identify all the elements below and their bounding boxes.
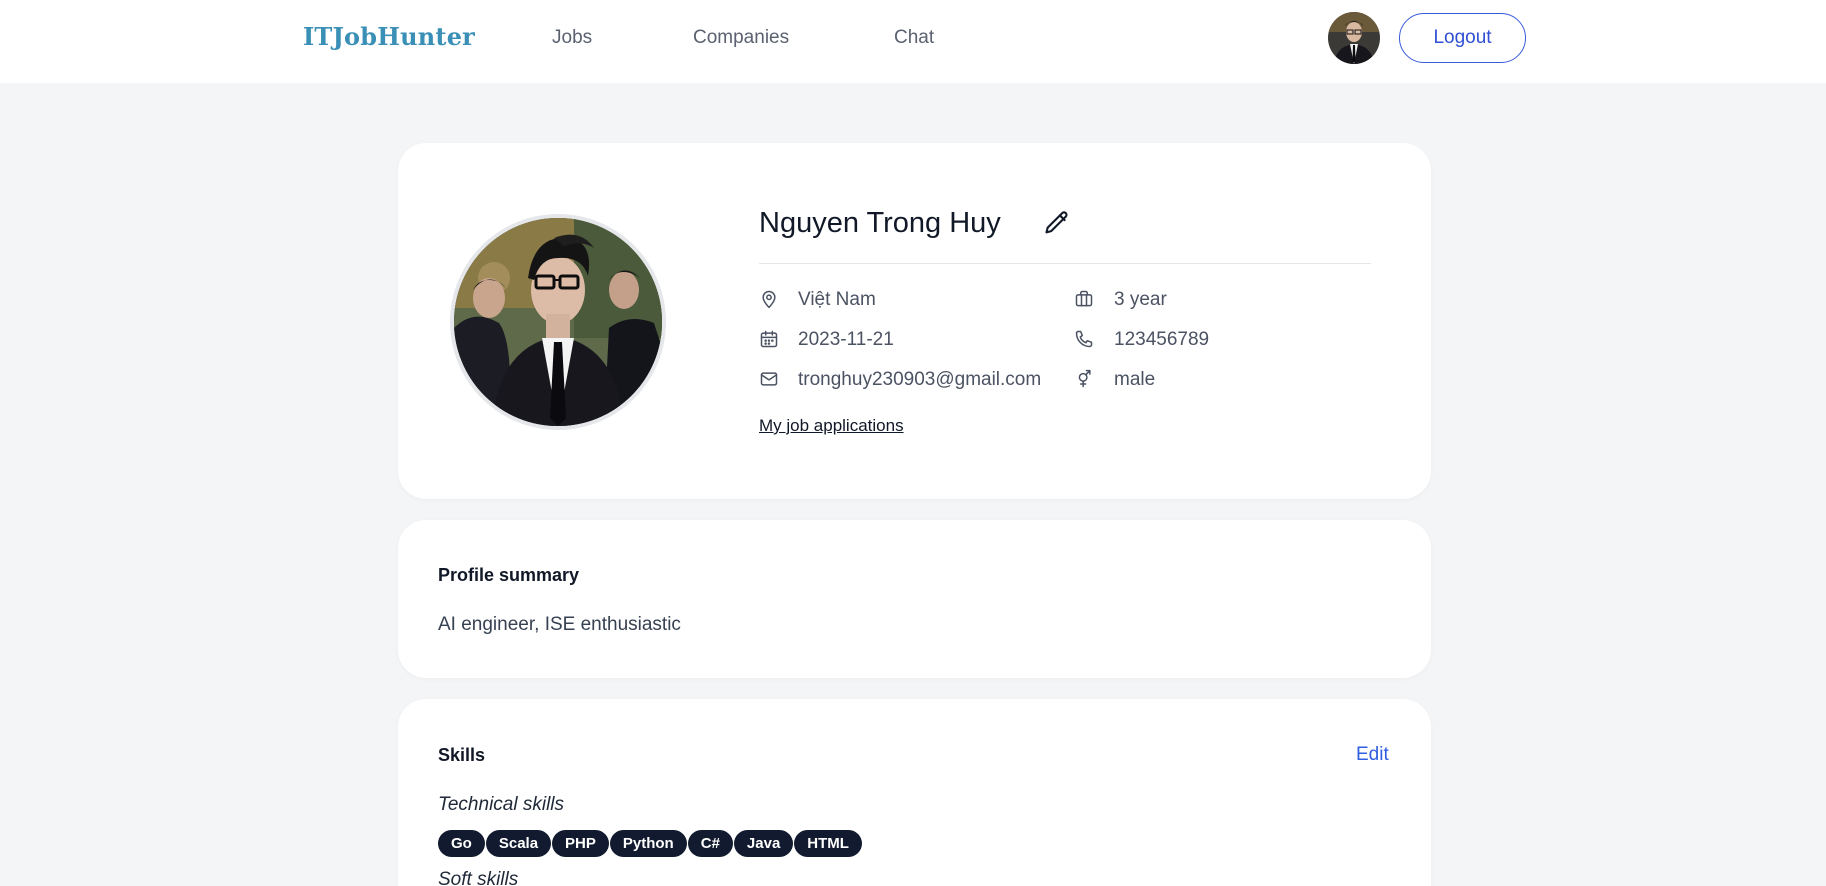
technical-skills-label: Technical skills — [438, 794, 565, 815]
profile-summary-title: Profile summary — [438, 565, 580, 585]
calendar-icon — [759, 329, 779, 349]
location-pin-icon — [759, 289, 779, 309]
skill-tag: PHP — [552, 830, 609, 857]
birthdate-text: 2023-11-21 — [798, 329, 894, 350]
technical-skills-tags: Go Scala PHP Python C# Java HTML — [438, 830, 862, 857]
skill-tag: Scala — [485, 830, 552, 857]
nav-link-companies[interactable]: Companies — [693, 27, 789, 49]
phone-text: 123456789 — [1114, 329, 1210, 350]
top-navbar: ITJobHunter Jobs Companies Chat Logout — [0, 0, 1826, 83]
skill-tag: Go — [438, 830, 485, 857]
location-text: Việt Nam — [798, 289, 876, 310]
skill-tag: C# — [687, 830, 733, 857]
my-job-applications-link[interactable]: My job applications — [759, 416, 904, 436]
email-text: tronghuy230903@gmail.com — [798, 369, 1042, 390]
skills-edit-button[interactable]: Edit — [1356, 744, 1389, 766]
skill-tag: Java — [733, 830, 794, 857]
gender-icon — [1074, 369, 1094, 389]
skills-card — [398, 699, 1431, 886]
profile-photo — [450, 214, 666, 430]
gender-text: male — [1114, 369, 1156, 390]
logout-button[interactable]: Logout — [1399, 13, 1526, 63]
user-avatar[interactable] — [1328, 12, 1380, 64]
profile-name: Nguyen Trong Huy — [759, 207, 1001, 239]
edit-pencil-icon[interactable] — [1043, 209, 1071, 237]
experience-text: 3 year — [1114, 289, 1167, 310]
nav-link-chat[interactable]: Chat — [894, 27, 934, 49]
mail-icon — [759, 369, 779, 389]
phone-icon — [1074, 329, 1094, 349]
nav-link-jobs[interactable]: Jobs — [552, 27, 592, 49]
profile-summary-card — [398, 520, 1431, 678]
skill-tag: Python — [609, 830, 687, 857]
profile-summary-text: AI engineer, ISE enthusiastic — [438, 614, 681, 635]
profile-divider — [759, 263, 1371, 264]
soft-skills-label: Soft skills — [438, 869, 519, 886]
skills-title: Skills — [438, 745, 486, 765]
brand-logo[interactable]: ITJobHunter — [303, 22, 475, 51]
skill-tag: HTML — [794, 830, 862, 857]
briefcase-icon — [1074, 289, 1094, 309]
